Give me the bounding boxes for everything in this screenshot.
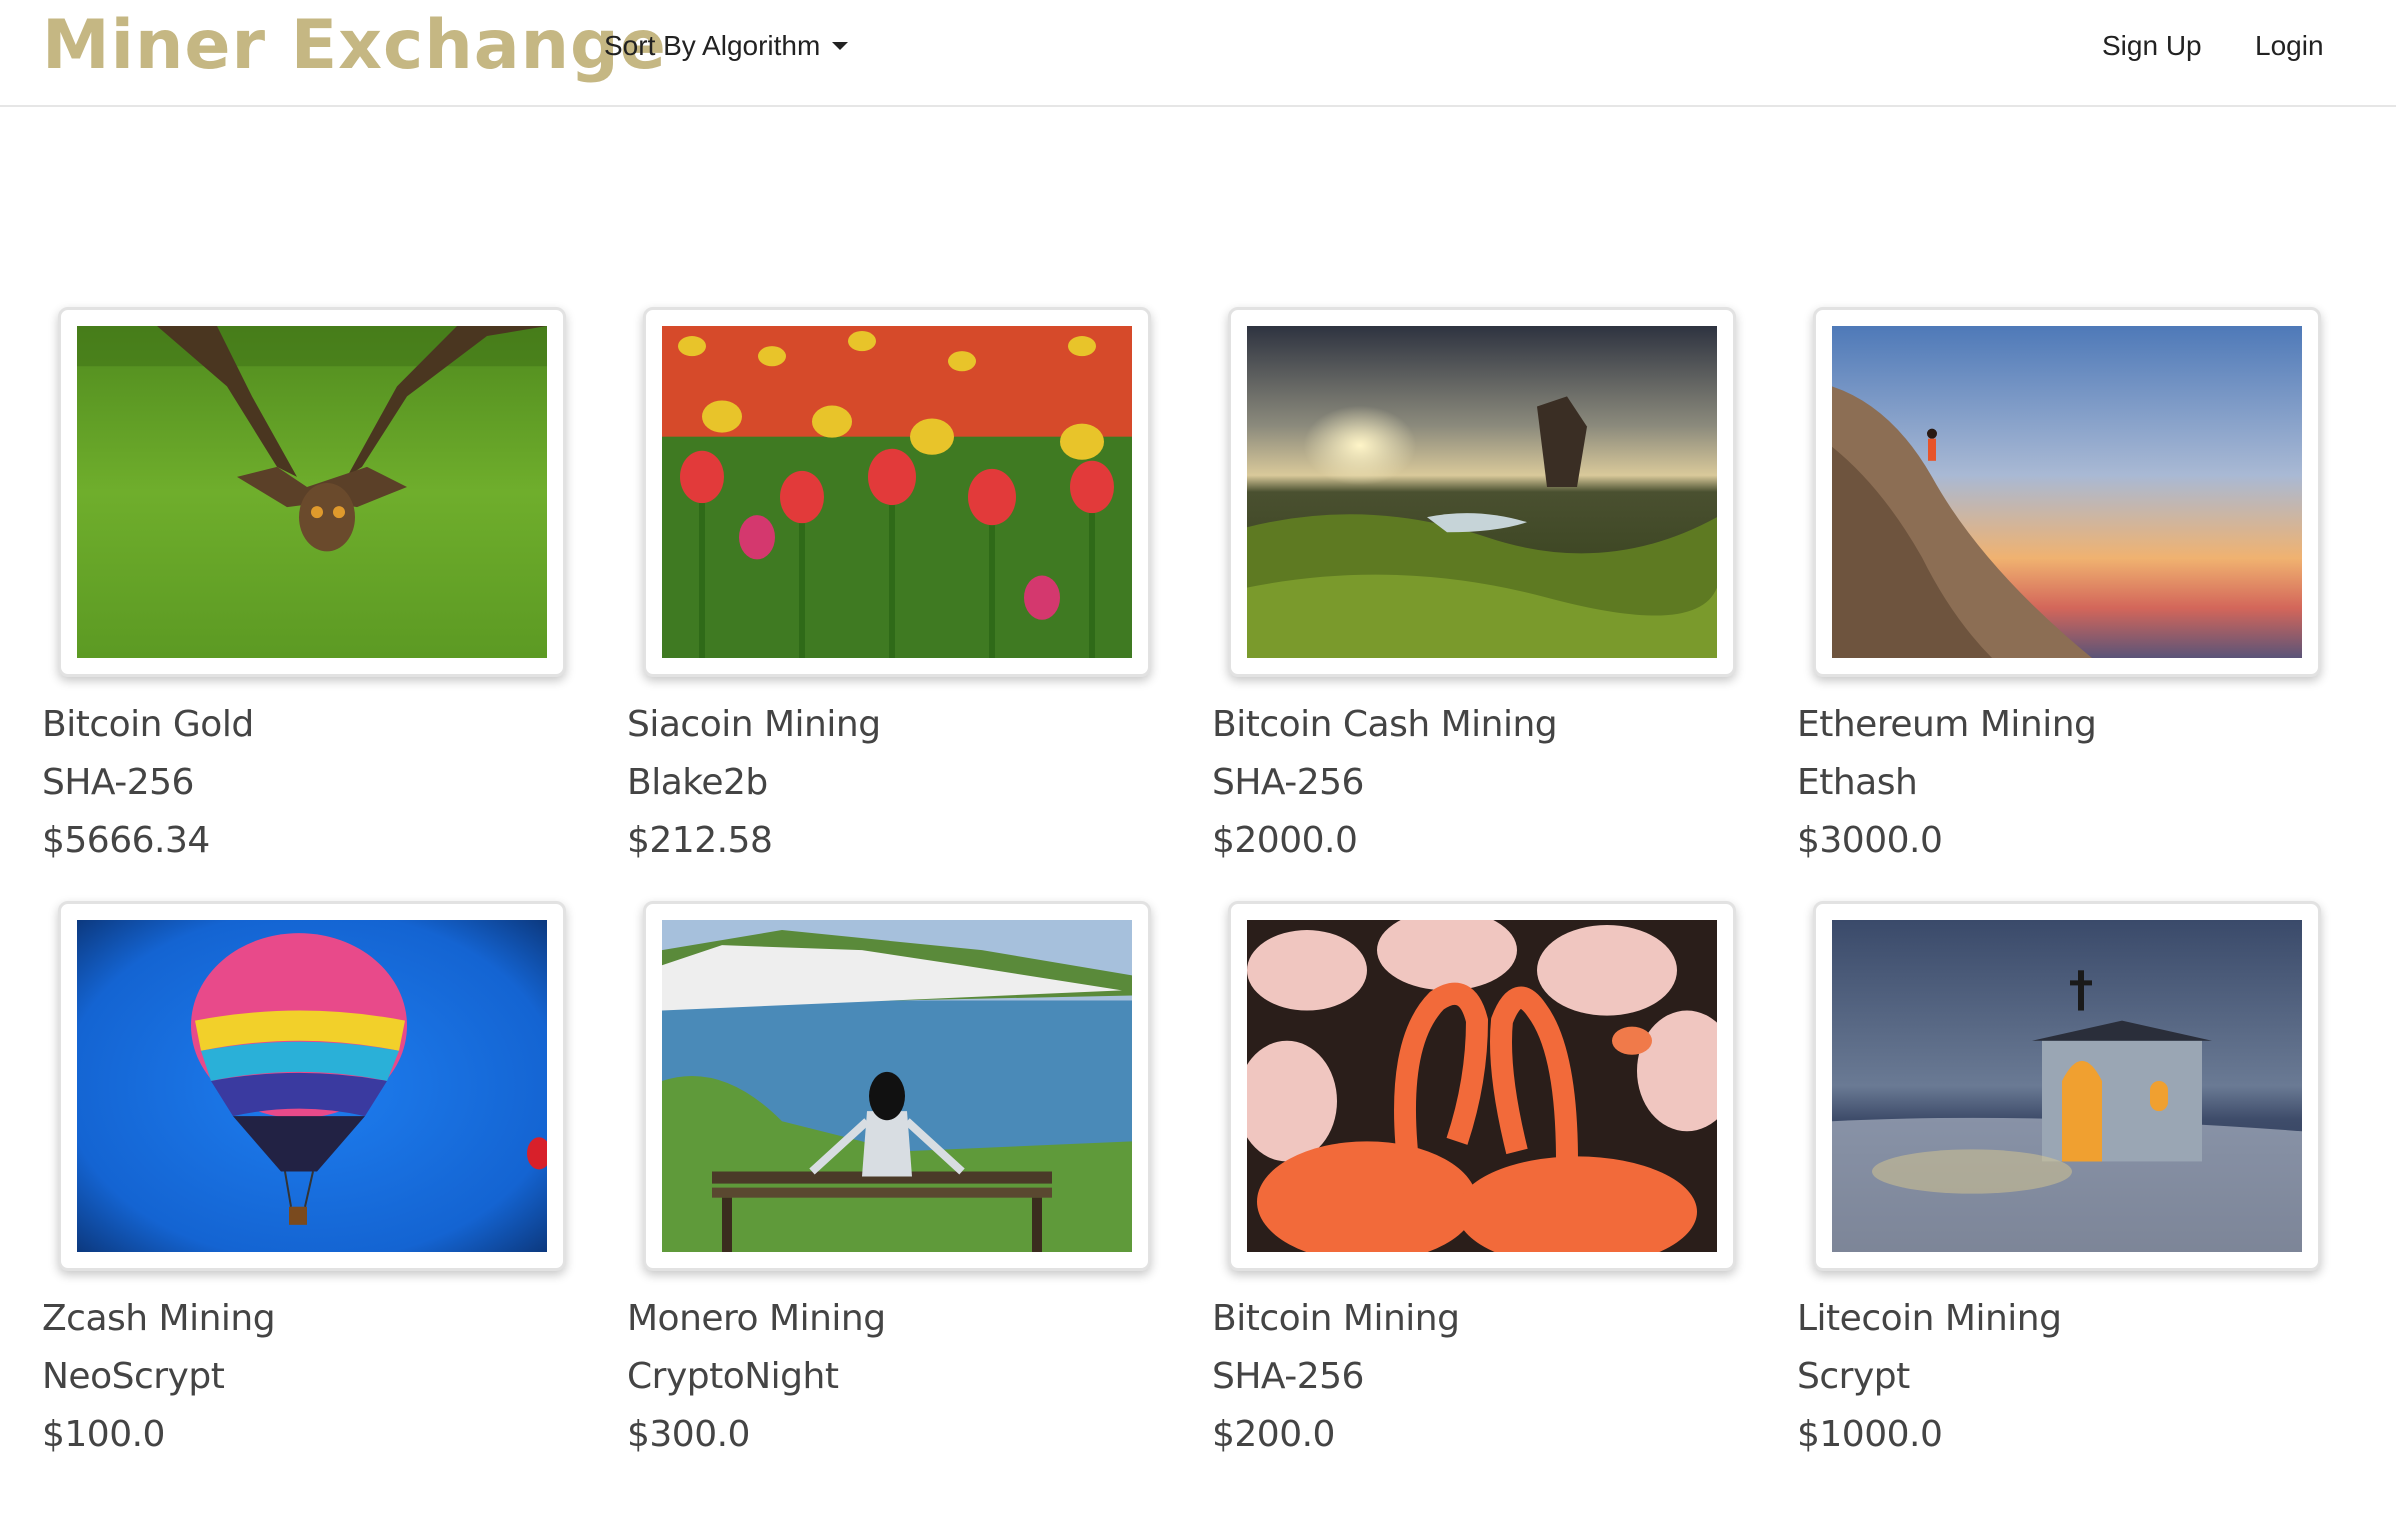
listing-price: $300.0 bbox=[627, 1414, 750, 1455]
listing-price: $100.0 bbox=[42, 1414, 165, 1455]
listing-title[interactable]: Litecoin Mining bbox=[1797, 1297, 2062, 1341]
listing-card: Bitcoin Mining SHA-256 $200.0 bbox=[1212, 901, 1736, 1481]
listing-algorithm: SHA-256 bbox=[1212, 762, 1364, 803]
listing-algorithm: Scrypt bbox=[1797, 1356, 1910, 1397]
sort-dropdown-label: Sort By Algorithm bbox=[604, 30, 821, 61]
listing-price: $212.58 bbox=[627, 820, 773, 861]
listing-price: $1000.0 bbox=[1797, 1414, 1943, 1455]
listing-price: $3000.0 bbox=[1797, 820, 1943, 861]
tulips-photo bbox=[662, 326, 1132, 658]
listing-price: $5666.34 bbox=[42, 820, 210, 861]
listing-algorithm: CryptoNight bbox=[627, 1356, 839, 1397]
listing-image-frame[interactable] bbox=[58, 307, 566, 677]
listing-card: Siacoin Mining Blake2b $212.58 bbox=[627, 307, 1151, 887]
listing-card: Litecoin Mining Scrypt $1000.0 bbox=[1797, 901, 2321, 1481]
cliff-climber-photo bbox=[1832, 326, 2302, 658]
listing-image-frame[interactable] bbox=[58, 901, 566, 1271]
login-link[interactable]: Login bbox=[2255, 26, 2324, 66]
listing-algorithm: SHA-256 bbox=[42, 762, 194, 803]
listing-algorithm: Blake2b bbox=[627, 762, 768, 803]
listing-card: Bitcoin Cash Mining SHA-256 $2000.0 bbox=[1212, 307, 1736, 887]
mossy-coast-photo bbox=[1247, 326, 1717, 658]
listing-card: Bitcoin Gold SHA-256 $5666.34 bbox=[42, 307, 566, 887]
listing-algorithm: Ethash bbox=[1797, 762, 1918, 803]
listing-title[interactable]: Bitcoin Gold bbox=[42, 703, 254, 747]
listing-title[interactable]: Zcash Mining bbox=[42, 1297, 276, 1341]
listing-title[interactable]: Bitcoin Cash Mining bbox=[1212, 703, 1558, 747]
flamingos-photo bbox=[1247, 920, 1717, 1252]
listing-title[interactable]: Siacoin Mining bbox=[627, 703, 881, 747]
listing-image-frame[interactable] bbox=[1228, 901, 1736, 1271]
listing-image-frame[interactable] bbox=[643, 307, 1151, 677]
listing-card: Zcash Mining NeoScrypt $100.0 bbox=[42, 901, 566, 1481]
navbar: Miner Exchange Sort By Algorithm Sign Up… bbox=[0, 0, 2396, 107]
listing-price: $2000.0 bbox=[1212, 820, 1358, 861]
listing-price: $200.0 bbox=[1212, 1414, 1335, 1455]
signup-link[interactable]: Sign Up bbox=[2102, 26, 2202, 66]
listing-image-frame[interactable] bbox=[643, 901, 1151, 1271]
snow-chapel-photo bbox=[1832, 920, 2302, 1252]
brand-logo[interactable]: Miner Exchange bbox=[42, 6, 667, 86]
white-cliffs-bench-photo bbox=[662, 920, 1132, 1252]
caret-down-icon bbox=[832, 42, 849, 50]
listing-image-frame[interactable] bbox=[1813, 307, 2321, 677]
listing-image-frame[interactable] bbox=[1813, 901, 2321, 1271]
listing-card: Ethereum Mining Ethash $3000.0 bbox=[1797, 307, 2321, 887]
listing-title[interactable]: Ethereum Mining bbox=[1797, 703, 2097, 747]
listing-image-frame[interactable] bbox=[1228, 307, 1736, 677]
listing-title[interactable]: Bitcoin Mining bbox=[1212, 1297, 1460, 1341]
listing-algorithm: NeoScrypt bbox=[42, 1356, 225, 1397]
hot-air-balloon-photo bbox=[77, 920, 547, 1252]
owl-photo bbox=[77, 326, 547, 658]
listing-title[interactable]: Monero Mining bbox=[627, 1297, 886, 1341]
sort-by-algorithm-dropdown[interactable]: Sort By Algorithm bbox=[604, 26, 849, 66]
listing-card: Monero Mining CryptoNight $300.0 bbox=[627, 901, 1151, 1481]
listing-algorithm: SHA-256 bbox=[1212, 1356, 1364, 1397]
